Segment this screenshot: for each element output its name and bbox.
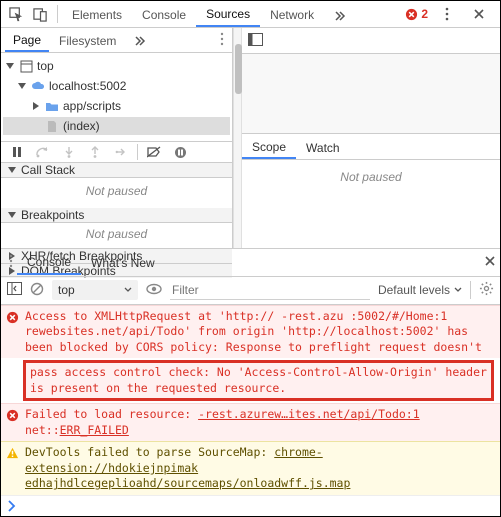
console-message-text: Access to XMLHttpRequest at 'http:// -re… bbox=[25, 309, 494, 356]
console-message-text: DevTools failed to parse SourceMap: chro… bbox=[25, 445, 494, 492]
callstack-header[interactable]: Call Stack bbox=[1, 163, 232, 178]
context-selector[interactable]: top bbox=[52, 280, 138, 300]
devtools-window: Elements Console Sources Network 2 bbox=[0, 0, 501, 517]
subtab-filesystem[interactable]: Filesystem bbox=[51, 29, 124, 51]
tab-console[interactable]: Console bbox=[132, 1, 196, 27]
drawer-tabs: Console What's New bbox=[1, 249, 500, 277]
drawer-tab-whatsnew[interactable]: What's New bbox=[81, 250, 165, 274]
drawer: Console What's New top Default levels bbox=[1, 248, 500, 516]
navigator-panel: Page Filesystem top localhost bbox=[1, 28, 233, 248]
callstack-label: Call Stack bbox=[21, 163, 75, 177]
breakpoints-empty: Not paused bbox=[1, 223, 232, 249]
kebab-icon[interactable] bbox=[5, 254, 17, 271]
breakpoints-header[interactable]: Breakpoints bbox=[1, 208, 232, 223]
breakpoints-label: Breakpoints bbox=[21, 208, 84, 222]
highlighted-error-text: pass access control check: No 'Access-Co… bbox=[23, 360, 494, 401]
document-icon bbox=[45, 119, 59, 133]
subtab-page[interactable]: Page bbox=[5, 28, 49, 52]
kebab-icon[interactable] bbox=[216, 32, 228, 49]
error-count: 2 bbox=[421, 7, 428, 21]
console-error-row[interactable]: Access to XMLHttpRequest at 'http:// -re… bbox=[1, 305, 500, 359]
step-into-icon[interactable] bbox=[59, 142, 79, 162]
device-toggle-icon[interactable] bbox=[29, 3, 51, 25]
tree-label: (index) bbox=[63, 119, 100, 133]
tree-row-host[interactable]: localhost:5002 bbox=[3, 77, 230, 95]
clear-console-icon[interactable] bbox=[30, 282, 44, 299]
tab-sources[interactable]: Sources bbox=[196, 1, 260, 27]
console-toolbar: top Default levels bbox=[1, 277, 500, 305]
kebab-menu-icon[interactable] bbox=[436, 3, 458, 25]
tree-row-top[interactable]: top bbox=[3, 57, 230, 75]
show-navigator-icon[interactable] bbox=[248, 33, 263, 49]
folder-icon bbox=[45, 99, 59, 113]
tab-watch[interactable]: Watch bbox=[296, 136, 350, 158]
error-icon bbox=[5, 409, 19, 422]
deactivate-breakpoints-icon[interactable] bbox=[144, 142, 164, 162]
pane-resizer[interactable] bbox=[233, 28, 242, 248]
editor-tabbar bbox=[242, 28, 500, 54]
tree-label: localhost:5002 bbox=[49, 79, 126, 93]
filter-input[interactable] bbox=[170, 280, 370, 300]
tree-label: app/scripts bbox=[63, 99, 121, 113]
tab-network[interactable]: Network bbox=[260, 1, 324, 27]
levels-label: Default levels bbox=[378, 283, 450, 297]
warning-icon bbox=[5, 447, 19, 460]
cloud-icon bbox=[31, 79, 45, 93]
more-tabs-icon[interactable] bbox=[324, 1, 356, 27]
pause-on-exceptions-icon[interactable] bbox=[170, 142, 190, 162]
context-label: top bbox=[58, 283, 75, 297]
step-over-icon[interactable] bbox=[33, 142, 53, 162]
step-icon[interactable] bbox=[111, 142, 131, 162]
chevron-down-icon bbox=[454, 287, 462, 293]
close-devtools-icon[interactable] bbox=[468, 3, 490, 25]
error-count-badge[interactable]: 2 bbox=[405, 7, 428, 21]
more-subtabs-icon[interactable] bbox=[126, 29, 154, 52]
chevron-right-icon bbox=[7, 500, 17, 512]
sources-panel: Page Filesystem top localhost bbox=[1, 28, 500, 248]
tree-label: top bbox=[37, 59, 54, 73]
frame-icon bbox=[19, 59, 33, 73]
tab-scope[interactable]: Scope bbox=[242, 135, 296, 159]
live-expression-icon[interactable] bbox=[146, 283, 162, 298]
debugger-toolbar bbox=[1, 141, 232, 163]
console-error-row[interactable]: Failed to load resource: -rest.azurew…it… bbox=[1, 403, 500, 441]
scope-watch-tabs: Scope Watch bbox=[242, 134, 500, 160]
console-messages: Access to XMLHttpRequest at 'http:// -re… bbox=[1, 305, 500, 516]
inspect-icon[interactable] bbox=[5, 3, 27, 25]
navigator-subtabs: Page Filesystem bbox=[1, 28, 232, 53]
main-toolbar: Elements Console Sources Network 2 bbox=[1, 1, 500, 28]
console-prompt[interactable] bbox=[1, 495, 500, 516]
step-out-icon[interactable] bbox=[85, 142, 105, 162]
drawer-tab-console[interactable]: Console bbox=[17, 249, 81, 275]
pause-icon[interactable] bbox=[7, 142, 27, 162]
tab-elements[interactable]: Elements bbox=[62, 1, 132, 27]
scope-not-paused: Not paused bbox=[242, 160, 500, 248]
code-editor[interactable] bbox=[242, 54, 500, 134]
error-icon bbox=[5, 311, 19, 324]
tree-row-file[interactable]: (index) bbox=[3, 117, 230, 135]
chevron-down-icon bbox=[124, 287, 132, 293]
drawer-close-icon[interactable] bbox=[484, 255, 496, 270]
editor-panel: Scope Watch Not paused bbox=[242, 28, 500, 248]
sidebar-toggle-icon[interactable] bbox=[7, 282, 22, 298]
console-warning-row[interactable]: DevTools failed to parse SourceMap: chro… bbox=[1, 441, 500, 495]
callstack-not-paused: Not paused bbox=[1, 178, 232, 208]
levels-selector[interactable]: Default levels bbox=[378, 283, 462, 297]
tree-row-folder[interactable]: app/scripts bbox=[3, 97, 230, 115]
settings-gear-icon[interactable] bbox=[479, 281, 494, 299]
file-tree: top localhost:5002 app/scripts (index) bbox=[1, 53, 232, 141]
console-message-text: Failed to load resource: -rest.azurew…it… bbox=[25, 407, 494, 438]
